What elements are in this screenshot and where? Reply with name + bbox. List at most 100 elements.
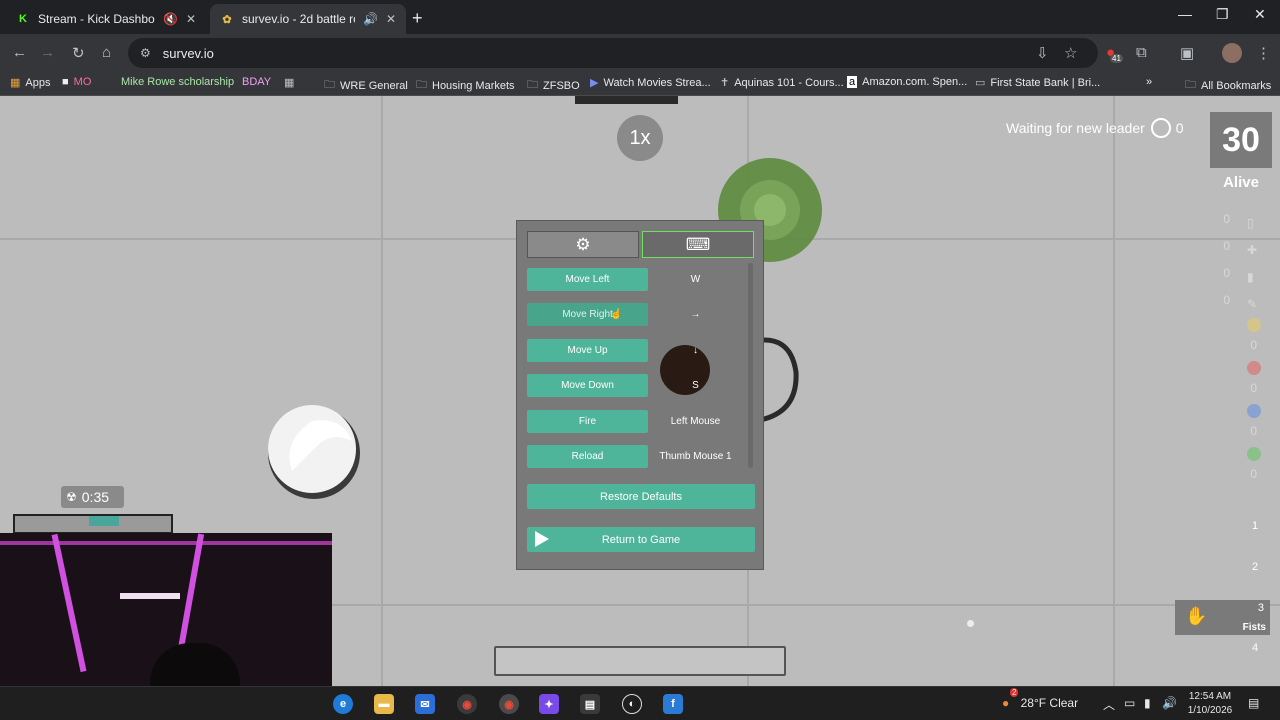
- extensions-puzzle-icon[interactable]: ⧉: [1136, 44, 1147, 61]
- alive-count: 30: [1210, 112, 1272, 168]
- weapon-slot-number: 2: [1252, 561, 1259, 573]
- minimize-icon[interactable]: —: [1178, 6, 1192, 22]
- new-tab-button[interactable]: +: [412, 8, 423, 29]
- alive-number: 30: [1222, 120, 1260, 159]
- keybind-action-label: Move Down: [561, 380, 614, 391]
- keybind-key: ↓: [693, 345, 698, 356]
- ammo-count: 0: [1223, 266, 1230, 280]
- maximize-icon[interactable]: ❐: [1216, 6, 1229, 23]
- bookmark-bday[interactable]: BDAY: [242, 76, 271, 88]
- mouse-cursor-icon: ☝: [610, 309, 623, 320]
- bookmark-label: All Bookmarks: [1201, 79, 1272, 92]
- url-text: survev.io: [162, 45, 214, 61]
- bullet-dot: [967, 620, 974, 627]
- keybind-fire[interactable]: Fire: [527, 410, 648, 433]
- notifications-icon[interactable]: ▤: [1248, 696, 1259, 710]
- minimap[interactable]: [13, 514, 173, 534]
- bookmark-star-icon[interactable]: ☆: [1064, 44, 1077, 62]
- bookmark-wre-general[interactable]: 🗀 WRE General: [324, 76, 408, 95]
- tab-keybinds[interactable]: ⌨: [642, 231, 754, 258]
- weather-widget[interactable]: ● 2 28°F Clear: [1002, 688, 1079, 710]
- bookmark-watch-movies[interactable]: ▶ Watch Movies Strea...: [590, 76, 711, 90]
- obs-icon[interactable]: ◐: [622, 694, 642, 714]
- keybind-reload[interactable]: Reload: [527, 445, 648, 468]
- bookmark-apps[interactable]: ▦ Apps: [10, 76, 51, 90]
- menu-kebab-icon[interactable]: ⋮: [1256, 44, 1271, 62]
- weather-text: 28°F Clear: [1020, 696, 1079, 710]
- play-icon: [535, 531, 549, 547]
- weapon-slot-number: 4: [1252, 642, 1259, 654]
- site-info-icon[interactable]: ⚙: [140, 46, 151, 60]
- close-tab-icon[interactable]: ✕: [386, 12, 396, 26]
- bookmarks-overflow-icon[interactable]: »: [1146, 76, 1152, 88]
- outlook-icon[interactable]: ✉: [415, 694, 435, 714]
- facebook-icon[interactable]: f: [663, 694, 683, 714]
- keybind-key: Left Mouse: [670, 416, 721, 427]
- clock[interactable]: 12:54 AM 1/10/2026: [1184, 690, 1236, 718]
- home-icon[interactable]: ⌂: [102, 44, 111, 61]
- network-icon[interactable]: ▭: [1124, 696, 1135, 710]
- keybind-move-up[interactable]: Move Up: [527, 339, 648, 362]
- chrome-icon[interactable]: ◉: [457, 694, 477, 714]
- bookmark-label: First State Bank | Bri...: [990, 76, 1101, 89]
- restore-defaults-button[interactable]: Restore Defaults: [527, 484, 755, 509]
- screen: K Stream - Kick Dashboard 🔇 ✕ ✿ survev.i…: [0, 0, 1280, 720]
- volume-icon[interactable]: 🔊: [1162, 696, 1177, 710]
- keyboard-icon: ⌨: [685, 234, 711, 254]
- audio-playing-icon[interactable]: 🔊: [363, 12, 378, 26]
- tab-survev[interactable]: ✿ survev.io - 2d battle royale 🔊 ✕: [210, 4, 406, 34]
- muted-audio-icon[interactable]: 🔇: [163, 12, 178, 26]
- keybind-action-label: Move Right: [562, 309, 613, 320]
- store-icon[interactable]: ▤: [580, 694, 600, 714]
- bookmark-aquinas[interactable]: ✝ Aquinas 101 - Cours...: [720, 76, 844, 90]
- cross-icon: ✝: [720, 77, 730, 89]
- bookmark-housing-markets[interactable]: 🗀 Housing Markets: [416, 76, 515, 95]
- forward-arrow-icon[interactable]: →: [40, 44, 55, 61]
- bookmark-label: Apps: [25, 76, 51, 89]
- keybind-move-right[interactable]: Move Right: [527, 303, 648, 326]
- apps-grid-icon: ▦: [10, 77, 21, 89]
- tab-settings[interactable]: ⚙: [527, 231, 639, 258]
- weapon-slot-number: 3: [1257, 602, 1264, 614]
- game-canvas[interactable]: 1x Waiting for new leader 0 30 Alive 0 0…: [0, 96, 1280, 686]
- reload-icon[interactable]: ↻: [72, 44, 85, 62]
- edge-icon[interactable]: e: [333, 694, 353, 714]
- url-input[interactable]: ⚙ survev.io: [128, 38, 1098, 68]
- browser-tab-bar: K Stream - Kick Dashboard 🔇 ✕ ✿ survev.i…: [0, 0, 1280, 34]
- bookmark-all-bookmarks[interactable]: 🗀 All Bookmarks: [1185, 76, 1271, 95]
- keybind-move-down[interactable]: Move Down: [527, 374, 648, 397]
- copilot-icon[interactable]: ✦: [539, 694, 559, 714]
- tab-kick-dashboard[interactable]: K Stream - Kick Dashboard 🔇 ✕: [6, 4, 206, 34]
- weapon-slot-active[interactable]: ✋ 3 Fists: [1175, 600, 1270, 635]
- tab-groups-icon[interactable]: ▦: [284, 76, 299, 89]
- profile-avatar[interactable]: [1222, 43, 1242, 63]
- bookmark-mo[interactable]: ■ MO: [62, 76, 91, 88]
- bookmark-mike-rowe[interactable]: Mike Rowe scholarship: [121, 76, 234, 88]
- bookmark-first-state-bank[interactable]: ▭ First State Bank | Bri...: [975, 76, 1101, 90]
- close-tab-icon[interactable]: ✕: [186, 12, 196, 26]
- folder-icon: 🗀: [1185, 79, 1196, 91]
- return-to-game-button[interactable]: Return to Game: [527, 527, 755, 552]
- bookmark-label: Aquinas 101 - Cours...: [734, 76, 844, 89]
- file-explorer-icon[interactable]: ▬: [374, 694, 394, 714]
- bookmark-amazon[interactable]: a Amazon.com. Spen...: [847, 76, 967, 88]
- consumable-count: 0: [1250, 424, 1257, 438]
- gas-timer-value: 0:35: [81, 489, 110, 505]
- address-bar-row: ← → ↻ ⌂ ⚙ survev.io ⇩ ☆ ● 41 ⧉ ▣ ⋮: [0, 34, 1280, 72]
- bookmark-label: Watch Movies Strea...: [603, 76, 711, 89]
- bookmark-label: MO: [73, 76, 92, 88]
- weapon-slot-number: 1: [1252, 520, 1259, 532]
- tab-title: survev.io - 2d battle royale: [242, 12, 355, 26]
- microphone-icon[interactable]: ▮: [1144, 696, 1151, 710]
- keybind-move-left[interactable]: Move Left: [527, 268, 648, 291]
- chrome-active-icon[interactable]: ◉: [499, 694, 519, 714]
- bookmark-label: BDAY: [242, 76, 272, 88]
- keybind-key: Thumb Mouse 1: [659, 451, 732, 462]
- install-app-icon[interactable]: ⇩: [1036, 44, 1049, 62]
- close-window-icon[interactable]: ✕: [1254, 6, 1266, 23]
- bookmark-zfsbo[interactable]: 🗀 ZFSBO: [527, 76, 580, 95]
- back-arrow-icon[interactable]: ←: [12, 44, 27, 61]
- keybind-scrollbar[interactable]: [748, 263, 753, 468]
- tray-overflow-icon[interactable]: ︿: [1103, 696, 1115, 713]
- side-panel-icon[interactable]: ▣: [1180, 44, 1194, 62]
